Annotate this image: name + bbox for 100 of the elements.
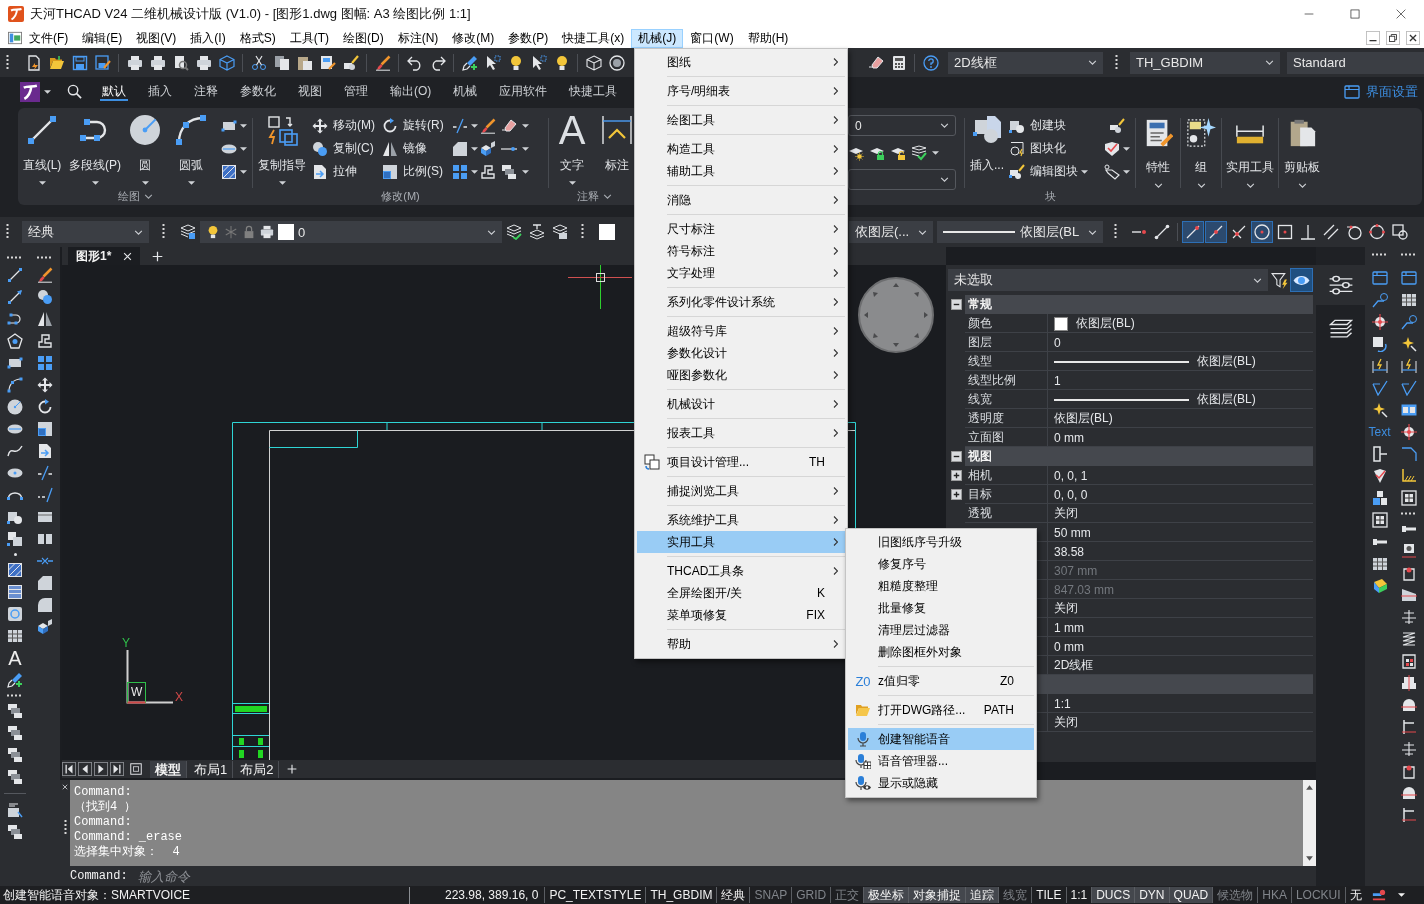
shape-brush-icon[interactable]	[342, 54, 359, 71]
status-toggle[interactable]: 候选物	[1212, 887, 1258, 903]
point-icon[interactable]	[13, 553, 17, 556]
brush-icon[interactable]	[480, 117, 496, 134]
menu-bar-item[interactable]: 帮助(H)	[740, 28, 796, 48]
line-icon[interactable]	[7, 267, 23, 283]
clipboard-icon[interactable]	[296, 54, 313, 71]
ribbon-tab[interactable]: 参数化	[229, 77, 287, 106]
layers-pin-icon[interactable]	[528, 224, 545, 240]
cube-icon[interactable]	[218, 54, 235, 71]
printer-icon[interactable]	[260, 225, 274, 239]
caret-down-icon[interactable]	[1081, 169, 1088, 174]
check-mark-icon[interactable]	[1401, 380, 1417, 396]
layer-stack-icon[interactable]	[179, 224, 196, 240]
grip-icon[interactable]	[63, 820, 67, 836]
layout-tab[interactable]: 模型	[150, 760, 187, 778]
overlapping-squares-icon[interactable]	[7, 531, 23, 547]
status-toggle[interactable]: 极坐标	[863, 887, 909, 903]
grip-icon[interactable]	[1401, 253, 1417, 256]
menu-item[interactable]: 序号/明细表	[637, 80, 845, 102]
menu-item[interactable]: 机械设计	[637, 393, 845, 415]
caret-down-icon[interactable]	[568, 181, 576, 185]
grip-icon[interactable]	[1371, 253, 1388, 256]
dimension-icon[interactable]	[1401, 358, 1417, 374]
layers-check-icon[interactable]	[505, 224, 522, 240]
rotate-icon[interactable]	[37, 399, 53, 415]
menu-item[interactable]: 参数化设计	[637, 342, 845, 364]
chevron-down-icon[interactable]	[134, 229, 143, 235]
stacked-sheets-icon[interactable]	[7, 824, 23, 840]
ribbon-tool-button[interactable]: 旋转(R)	[382, 114, 452, 137]
eyedropper-icon[interactable]	[7, 672, 23, 688]
sliders-icon[interactable]	[1327, 275, 1354, 295]
print-preview-icon[interactable]	[172, 54, 189, 71]
caret-down-icon[interactable]	[1397, 893, 1405, 897]
polyline-icon[interactable]	[7, 311, 23, 327]
menu-item[interactable]: 帮助	[637, 633, 845, 655]
eraser-icon[interactable]	[867, 54, 884, 71]
expand-icon[interactable]	[951, 470, 962, 481]
status-toggle[interactable]: LOCKUI	[1290, 887, 1345, 903]
ribbon-button[interactable]: 圆	[124, 114, 166, 185]
layer-dropdown[interactable]: 0	[848, 115, 956, 136]
visual-style-dropdown[interactable]: 2D线框	[948, 51, 1103, 74]
grip-icon[interactable]	[6, 224, 9, 240]
ribbon-tab[interactable]: 应用软件	[488, 77, 559, 106]
corner-icon[interactable]	[1401, 446, 1417, 462]
status-toggle[interactable]: 线宽	[998, 887, 1032, 903]
target-icon[interactable]	[1401, 424, 1417, 440]
status-field[interactable]: TILE	[1031, 887, 1066, 903]
grip-icon[interactable]	[7, 694, 23, 697]
chevron-down-icon[interactable]	[143, 194, 153, 199]
striped-square-icon[interactable]	[7, 584, 23, 600]
arc-icon[interactable]	[7, 377, 23, 393]
text-box-icon[interactable]	[7, 802, 23, 818]
text-tool-glyph[interactable]: A	[8, 650, 22, 666]
cube-parts-icon[interactable]	[480, 140, 496, 157]
grip-icon[interactable]	[161, 224, 165, 240]
status-field[interactable]: 经典	[716, 887, 750, 903]
color-swatch-icon[interactable]	[599, 224, 615, 240]
copy-pages-icon[interactable]	[273, 54, 290, 71]
menu-item[interactable]: 绘图工具	[637, 109, 845, 131]
caret-down-icon[interactable]	[471, 169, 478, 174]
checkered-box-icon[interactable]	[1401, 653, 1417, 669]
ribbon-tab[interactable]: 视图	[287, 77, 333, 106]
chevron-down-icon[interactable]	[918, 229, 927, 235]
ribbon-button[interactable]: A 文字	[549, 114, 595, 185]
menu-item[interactable]: 修复序号	[848, 553, 1034, 575]
status-toggle[interactable]: 对象捕捉	[908, 887, 966, 903]
eyedropper-icon[interactable]	[461, 54, 478, 71]
command-input[interactable]: 输入命令	[137, 868, 438, 884]
crossed-lines-icon[interactable]	[1401, 609, 1417, 625]
menu-bar-item[interactable]: 标注(N)	[390, 28, 446, 48]
menu-bar-item[interactable]: 格式S)	[232, 28, 283, 48]
menu-bar-item[interactable]: 插入(I)	[183, 28, 233, 48]
menu-item[interactable]: 尺寸标注	[637, 218, 845, 240]
caret-down-icon[interactable]	[932, 150, 939, 155]
framed-square-icon[interactable]	[1401, 490, 1417, 506]
cursor-icon[interactable]	[530, 54, 547, 71]
menu-item[interactable]: 消隐	[637, 189, 845, 211]
open-folder-icon[interactable]	[48, 54, 65, 71]
dome-icon[interactable]	[1401, 697, 1417, 713]
move-icon[interactable]	[312, 117, 328, 134]
bar-dot-icon[interactable]	[1371, 888, 1386, 902]
rectangle-icon[interactable]	[7, 355, 23, 371]
ribbon-tab[interactable]: 机械	[442, 77, 489, 106]
ribbon-tool-button[interactable]: 镜像	[382, 137, 452, 160]
trim-icon[interactable]	[37, 465, 53, 481]
stacked-sheets-icon[interactable]	[501, 163, 517, 180]
status-toggle[interactable]: QUAD	[1168, 887, 1213, 903]
ribbon-panel-button[interactable]: 剪贴板	[1279, 108, 1325, 205]
dimension-bracket-icon[interactable]	[601, 114, 633, 146]
line-icon[interactable]	[26, 114, 58, 146]
menu-item[interactable]: 符号标注	[637, 240, 845, 262]
menu-item[interactable]: 文字处理	[637, 262, 845, 284]
menu-item[interactable]: 旧图纸序号升级	[848, 531, 1034, 553]
tag-icon[interactable]	[1104, 163, 1120, 180]
color-cube-icon[interactable]	[1371, 578, 1388, 594]
add-icon[interactable]	[152, 250, 164, 262]
chevron-down-icon[interactable]	[1153, 183, 1163, 188]
stretch-icon[interactable]	[312, 163, 328, 180]
caret-down-icon[interactable]	[471, 146, 478, 151]
